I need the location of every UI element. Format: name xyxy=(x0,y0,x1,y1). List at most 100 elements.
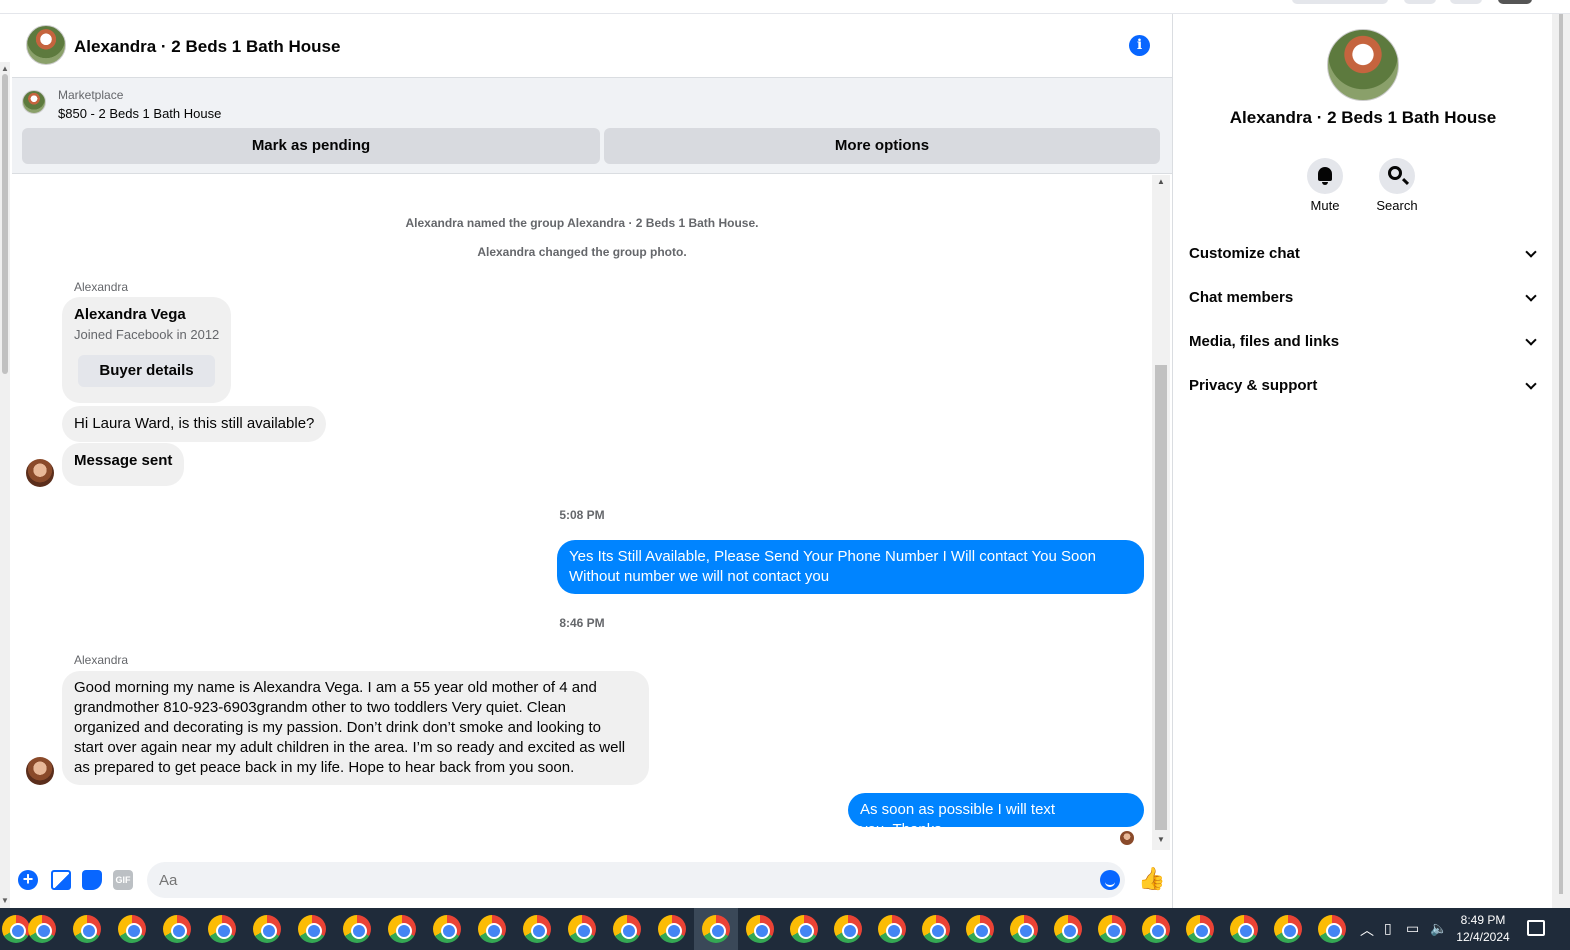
chrome-app-icon[interactable] xyxy=(1274,915,1302,943)
sender-avatar[interactable] xyxy=(26,459,54,487)
marketplace-bar: Marketplace $850 - 2 Beds 1 Bath House M… xyxy=(12,78,1172,174)
chrome-app-icon[interactable] xyxy=(613,915,641,943)
left-scroll-thumb[interactable] xyxy=(2,74,8,374)
info-icon[interactable]: i xyxy=(1129,35,1150,56)
scroll-down-arrow-icon[interactable]: ▼ xyxy=(1157,835,1165,844)
chrome-app-icon[interactable] xyxy=(790,915,818,943)
section-privacy-support[interactable]: Privacy & support xyxy=(1189,368,1541,404)
left-scrollbar[interactable]: ▲ ▼ xyxy=(0,62,10,908)
chrome-app-icon[interactable] xyxy=(834,915,862,943)
chrome-app-icon[interactable] xyxy=(1230,915,1258,943)
chat-info-panel: Alexandra · 2 Beds 1 Bath House Mute Sea… xyxy=(1172,14,1552,908)
mute-button[interactable]: Mute xyxy=(1295,158,1355,213)
message-line: as prepared to get peace back in my life… xyxy=(74,759,575,776)
network-icon[interactable]: ▭ xyxy=(1406,920,1419,937)
chrome-app-icon[interactable] xyxy=(658,915,686,943)
photo-icon[interactable] xyxy=(51,870,71,890)
chrome-app-icon[interactable] xyxy=(523,915,551,943)
page-scrollbar[interactable] xyxy=(1552,14,1570,908)
more-options-button[interactable]: More options xyxy=(604,128,1160,164)
gif-icon[interactable]: GIF xyxy=(113,870,133,890)
buyer-profile-card: Alexandra Vega Joined Facebook in 2012 B… xyxy=(62,297,231,403)
emoji-icon[interactable] xyxy=(1100,870,1120,890)
chevron-down-icon xyxy=(1525,334,1537,346)
chrome-app-icon[interactable] xyxy=(966,915,994,943)
chrome-app-icon[interactable] xyxy=(746,915,774,943)
chrome-app-icon[interactable] xyxy=(253,915,281,943)
chrome-app-icon[interactable] xyxy=(388,915,416,943)
listing-thumbnail[interactable] xyxy=(22,90,46,114)
chrome-app-icon[interactable] xyxy=(568,915,596,943)
incoming-message-long[interactable]: Good morning my name is Alexandra Vega. … xyxy=(62,671,649,785)
outgoing-message-line: Without number we will not contact you xyxy=(569,568,830,585)
top-toolbar-strip xyxy=(0,0,1570,14)
chrome-app-icon[interactable] xyxy=(1186,915,1214,943)
chrome-app-icon[interactable] xyxy=(163,915,191,943)
buyer-name[interactable]: Alexandra Vega xyxy=(74,306,186,323)
outgoing-message[interactable]: As soon as possible I will text you..Tha… xyxy=(848,793,1144,838)
buyer-details-button[interactable]: Buyer details xyxy=(78,355,215,387)
section-chat-members[interactable]: Chat members xyxy=(1189,280,1541,316)
chat-title[interactable]: Alexandra · 2 Beds 1 Bath House xyxy=(74,37,340,57)
search-label: Search xyxy=(1376,198,1418,213)
chrome-app-icon[interactable] xyxy=(1054,915,1082,943)
tray-overflow-chevron-icon[interactable]: ︿ xyxy=(1360,920,1374,940)
top-circle-button-2[interactable] xyxy=(1450,0,1482,4)
chrome-app-icon[interactable] xyxy=(478,915,506,943)
plus-icon[interactable]: + xyxy=(18,870,38,890)
chrome-app-icon[interactable] xyxy=(922,915,950,943)
chrome-app-icon[interactable] xyxy=(118,915,146,943)
section-label: Chat members xyxy=(1189,289,1294,306)
outgoing-message-line: Yes Its Still Available, Please Send You… xyxy=(569,548,1097,565)
scroll-up-arrow-icon[interactable]: ▲ xyxy=(1,64,9,73)
chrome-app-icon[interactable] xyxy=(878,915,906,943)
seen-indicator-avatar xyxy=(1120,831,1134,845)
section-label: Customize chat xyxy=(1189,245,1300,262)
incoming-message[interactable]: Message sent xyxy=(62,443,185,486)
chevron-down-icon xyxy=(1525,290,1537,302)
message-line: Good morning my name is Alexandra Vega. … xyxy=(74,679,597,696)
outgoing-message[interactable]: Yes Its Still Available, Please Send You… xyxy=(557,540,1144,594)
chrome-app-icon[interactable] xyxy=(1010,915,1038,943)
chrome-app-icon[interactable] xyxy=(433,915,461,943)
scroll-down-arrow-icon[interactable]: ▼ xyxy=(1,896,9,905)
chrome-app-icon[interactable] xyxy=(1142,915,1170,943)
chrome-app-icon[interactable] xyxy=(343,915,371,943)
chrome-app-icon[interactable] xyxy=(73,915,101,943)
sender-avatar[interactable] xyxy=(26,757,54,785)
search-button[interactable]: Search xyxy=(1367,158,1427,213)
system-message: Alexandra changed the group photo. xyxy=(477,245,687,259)
chrome-app-icon[interactable] xyxy=(1318,915,1346,943)
chrome-app-icon[interactable] xyxy=(702,915,730,943)
section-media-files-links[interactable]: Media, files and links xyxy=(1189,324,1541,360)
system-clock[interactable]: 8:49 PM 12/4/2024 xyxy=(1448,912,1518,946)
chrome-app-icon[interactable] xyxy=(208,915,236,943)
chrome-app-icon[interactable] xyxy=(1098,915,1126,943)
sticker-icon[interactable] xyxy=(82,870,102,890)
volume-icon[interactable]: 🔈 xyxy=(1430,920,1447,937)
page-scroll-thumb[interactable] xyxy=(1559,14,1563,894)
chat-scrollbar[interactable]: ▲ ▼ xyxy=(1152,175,1170,850)
timestamp: 5:08 PM xyxy=(559,508,605,522)
scroll-up-arrow-icon[interactable]: ▲ xyxy=(1157,177,1165,186)
chrome-app-icon[interactable] xyxy=(28,915,56,943)
top-profile-avatar[interactable] xyxy=(1498,0,1532,4)
message-line: start over again near my adult children … xyxy=(74,739,626,756)
mark-as-pending-button[interactable]: Mark as pending xyxy=(22,128,600,164)
section-customize-chat[interactable]: Customize chat xyxy=(1189,236,1541,272)
tray-device-icon[interactable]: ▯ xyxy=(1384,920,1392,937)
thumbs-up-icon[interactable]: 👍 xyxy=(1138,867,1165,891)
group-avatar-large[interactable] xyxy=(1327,29,1399,101)
listing-title[interactable]: $850 - 2 Beds 1 Bath House xyxy=(58,106,221,121)
top-circle-button[interactable] xyxy=(1404,0,1436,4)
group-avatar[interactable] xyxy=(26,25,66,65)
chrome-app-icon[interactable] xyxy=(298,915,326,943)
chat-header: Alexandra · 2 Beds 1 Bath House i xyxy=(12,14,1172,78)
top-pill-button[interactable] xyxy=(1292,0,1388,4)
section-label: Privacy & support xyxy=(1189,377,1318,394)
incoming-message[interactable]: Hi Laura Ward, is this still available? xyxy=(62,406,327,442)
chrome-app-icon[interactable] xyxy=(2,915,30,943)
notifications-icon[interactable] xyxy=(1527,920,1545,936)
chat-scroll-thumb[interactable] xyxy=(1155,365,1167,830)
message-input[interactable] xyxy=(147,862,1125,898)
